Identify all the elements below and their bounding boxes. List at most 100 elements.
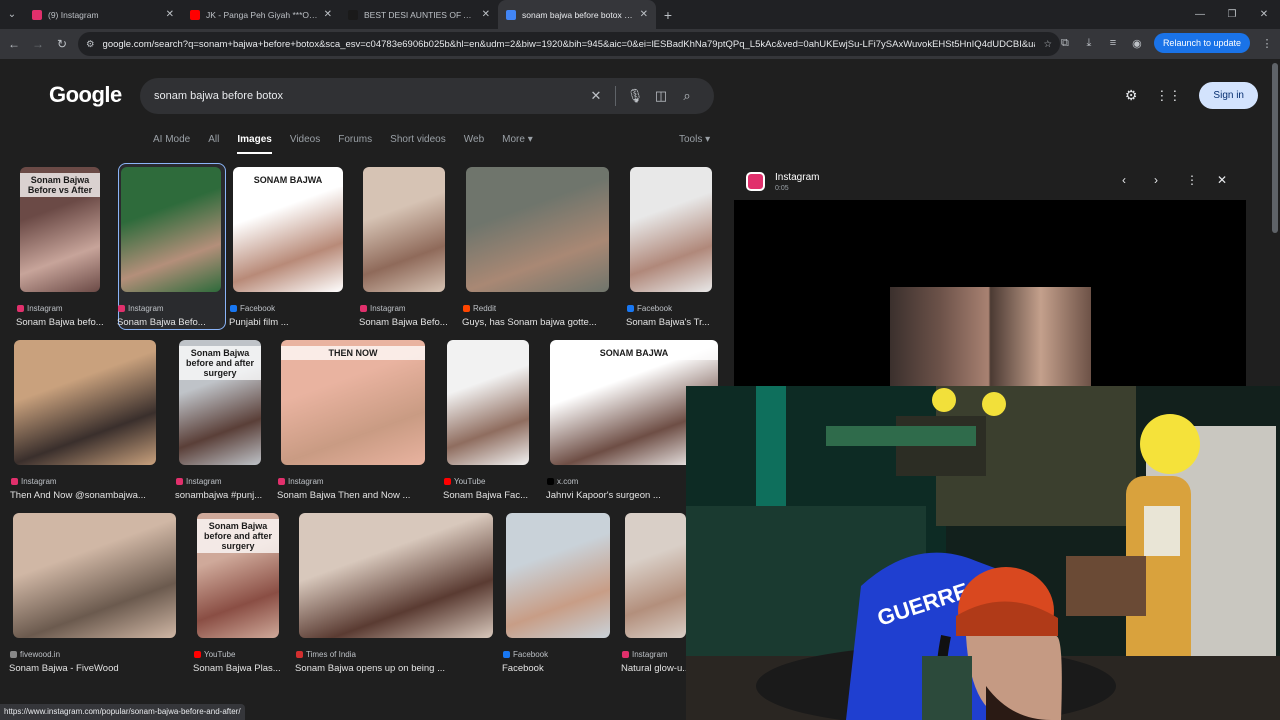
profile-icon[interactable]: ◉ — [1130, 37, 1144, 50]
source-name: Facebook — [513, 650, 549, 659]
result-caption[interactable]: sonambajwa #punj... — [175, 490, 262, 501]
result-source[interactable]: fivewood.in — [10, 650, 60, 659]
next-icon[interactable]: › — [1154, 173, 1158, 187]
result-thumbnail[interactable] — [13, 513, 176, 638]
close-preview-icon[interactable]: ✕ — [1217, 173, 1227, 187]
result-source[interactable]: YouTube — [194, 650, 235, 659]
result-source[interactable]: Facebook — [627, 304, 672, 313]
tab-close-icon[interactable]: ✕ — [166, 9, 174, 20]
filter-tab[interactable]: More ▾ — [502, 134, 533, 154]
result-thumbnail[interactable]: SONAM BAJWA — [233, 167, 343, 292]
browser-tab[interactable]: (9) Instagram ✕ — [24, 0, 182, 29]
filter-tab[interactable]: Web — [464, 134, 484, 154]
apps-icon[interactable]: ⋮⋮ — [1155, 88, 1181, 104]
reload-icon[interactable]: ↻ — [50, 37, 74, 51]
result-caption[interactable]: Natural glow-u... — [621, 663, 690, 674]
forward-icon[interactable]: → — [26, 37, 50, 51]
browser-tab[interactable]: sonam bajwa before botox - Go ✕ — [498, 0, 656, 29]
result-thumbnail[interactable] — [625, 513, 686, 638]
back-icon[interactable]: ← — [2, 37, 26, 51]
result-thumbnail[interactable] — [363, 167, 445, 292]
result-caption[interactable]: Then And Now @sonambajwa... — [10, 490, 146, 501]
result-source[interactable]: Instagram — [176, 477, 222, 486]
filter-tab[interactable]: Forums — [338, 134, 372, 154]
menu-icon[interactable]: ⋮ — [1260, 37, 1274, 50]
result-source[interactable]: Facebook — [230, 304, 275, 313]
result-caption[interactable]: Sonam Bajwa's Tr... — [626, 317, 710, 328]
new-tab-button[interactable]: + — [656, 7, 680, 23]
filter-tab[interactable]: Images — [237, 134, 272, 154]
media-icon[interactable]: ≡ — [1106, 37, 1120, 49]
extensions-icon[interactable]: ⧉ — [1058, 37, 1072, 50]
result-caption[interactable]: Sonam Bajwa Plas... — [193, 663, 281, 674]
browser-tab[interactable]: JK - Panga Peh Giyah ***Official ✕ — [182, 0, 340, 29]
browser-tab[interactable]: BEST DESI AUNTIES OF ALL TIM ✕ — [340, 0, 498, 29]
result-thumbnail[interactable] — [121, 167, 221, 292]
result-source[interactable]: Instagram — [11, 477, 57, 486]
preview-video[interactable] — [734, 200, 1246, 387]
result-caption[interactable]: Guys, has Sonam bajwa gotte... — [462, 317, 597, 328]
filter-tab[interactable]: Videos — [290, 134, 320, 154]
result-thumbnail[interactable] — [630, 167, 712, 292]
result-thumbnail[interactable] — [506, 513, 610, 638]
result-caption[interactable]: Punjabi film ... — [229, 317, 289, 328]
filter-tab[interactable]: All — [208, 134, 219, 154]
result-caption[interactable]: Jahnvi Kapoor's surgeon ... — [546, 490, 661, 501]
settings-icon[interactable]: ⚙ — [1125, 87, 1138, 104]
google-logo[interactable]: Google — [49, 82, 122, 108]
result-source[interactable]: Times of India — [296, 650, 356, 659]
result-caption[interactable]: Sonam Bajwa Befo... — [359, 317, 448, 328]
webcam-overlay: GUERRE — [686, 386, 1280, 720]
result-source[interactable]: Instagram — [17, 304, 63, 313]
minimize-icon[interactable]: — — [1184, 0, 1216, 29]
result-source[interactable]: Instagram — [360, 304, 406, 313]
result-source[interactable]: Instagram — [278, 477, 324, 486]
result-source[interactable]: Reddit — [463, 304, 496, 313]
search-icon[interactable]: ⌕ — [674, 88, 700, 104]
result-source[interactable]: Instagram — [118, 304, 164, 313]
microphone-icon[interactable]: 🎙 — [622, 88, 648, 104]
result-caption[interactable]: Sonam Bajwa opens up on being ... — [295, 663, 445, 674]
tab-close-icon[interactable]: ✕ — [640, 9, 648, 20]
result-source[interactable]: Instagram — [622, 650, 668, 659]
result-thumbnail[interactable]: THEN NOW — [281, 340, 425, 465]
lens-icon[interactable]: ◫ — [648, 88, 674, 104]
result-source[interactable]: YouTube — [444, 477, 485, 486]
relaunch-button[interactable]: Relaunch to update — [1153, 33, 1250, 53]
maximize-icon[interactable]: ❐ — [1216, 0, 1248, 29]
result-caption[interactable]: Facebook — [502, 663, 544, 674]
tab-search-icon[interactable]: ⌄ — [0, 0, 24, 29]
filter-tab[interactable]: Short videos — [390, 134, 446, 154]
result-thumbnail[interactable]: Sonam Bajwa before and after surgery — [197, 513, 279, 638]
sign-in-button[interactable]: Sign in — [1199, 82, 1258, 109]
previous-icon[interactable]: ‹ — [1122, 173, 1126, 187]
result-caption[interactable]: Sonam Bajwa Befo... — [117, 317, 206, 328]
search-box[interactable]: sonam bajwa before botox ✕ 🎙 ◫ ⌕ — [140, 78, 714, 114]
result-source[interactable]: Facebook — [503, 650, 548, 659]
bookmark-star-icon[interactable]: ☆ — [1043, 39, 1052, 50]
result-caption[interactable]: Sonam Bajwa befo... — [16, 317, 104, 328]
result-thumbnail[interactable]: Sonam Bajwa before and after surgery — [179, 340, 261, 465]
result-source[interactable]: x.com — [547, 477, 578, 486]
more-options-icon[interactable]: ⋮ — [1186, 173, 1198, 187]
close-window-icon[interactable]: ✕ — [1248, 0, 1280, 29]
scrollbar-thumb[interactable] — [1272, 63, 1278, 233]
result-thumbnail[interactable]: Sonam Bajwa Before vs After — [20, 167, 100, 292]
clear-icon[interactable]: ✕ — [583, 88, 609, 104]
result-thumbnail[interactable] — [466, 167, 609, 292]
address-bar[interactable]: ⚙ google.com/search?q=sonam+bajwa+before… — [78, 32, 1060, 56]
download-icon[interactable]: ⤓ — [1082, 37, 1096, 50]
result-caption[interactable]: Sonam Bajwa Fac... — [443, 490, 528, 501]
site-info-icon[interactable]: ⚙ — [86, 39, 95, 50]
result-thumbnail[interactable] — [299, 513, 493, 638]
result-caption[interactable]: Sonam Bajwa - FiveWood — [9, 663, 119, 674]
preview-source-title[interactable]: Instagram — [775, 172, 819, 183]
result-thumbnail[interactable] — [14, 340, 156, 465]
tab-close-icon[interactable]: ✕ — [324, 9, 332, 20]
search-input[interactable]: sonam bajwa before botox — [154, 90, 583, 102]
result-thumbnail[interactable] — [447, 340, 529, 465]
tab-close-icon[interactable]: ✕ — [482, 9, 490, 20]
tools-button[interactable]: Tools ▾ — [679, 134, 710, 145]
filter-tab[interactable]: AI Mode — [153, 134, 190, 154]
result-caption[interactable]: Sonam Bajwa Then and Now ... — [277, 490, 410, 501]
